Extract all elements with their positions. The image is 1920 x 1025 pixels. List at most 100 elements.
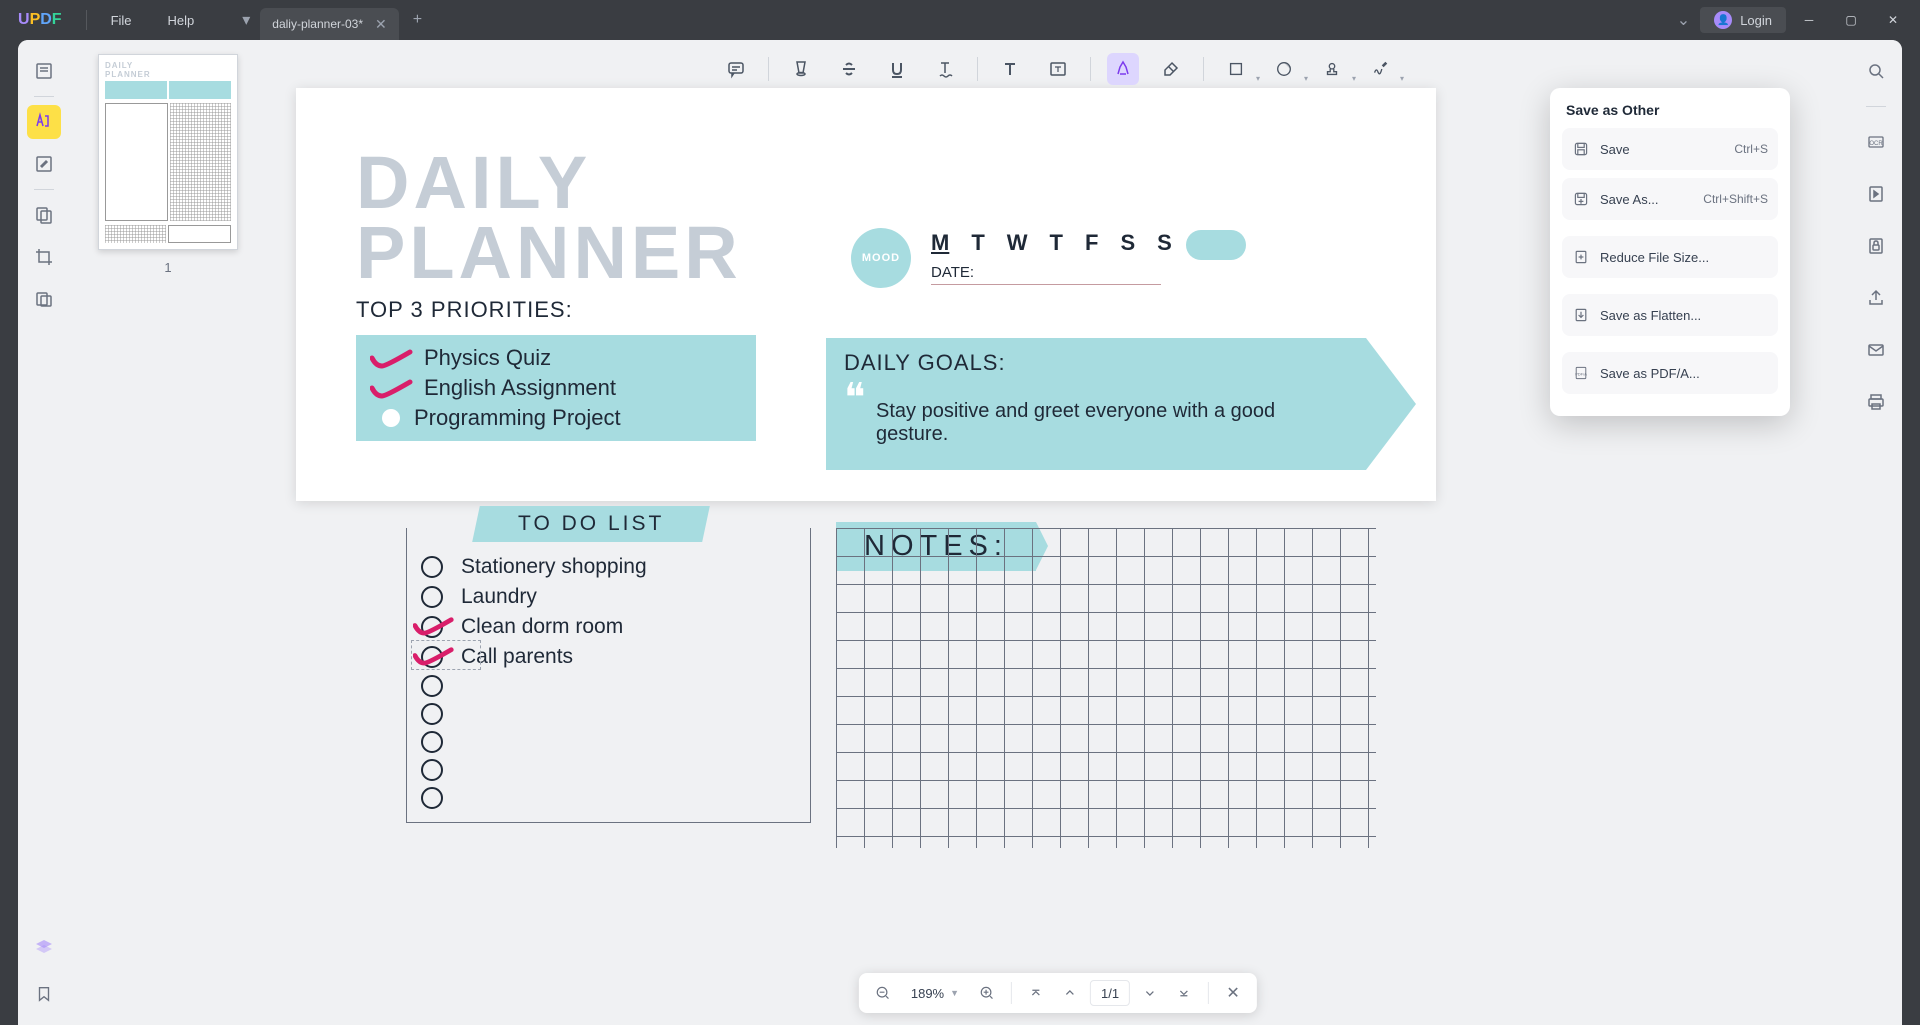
app-logo: UPDF <box>0 11 80 29</box>
todo-row <box>421 756 796 784</box>
save-as-icon <box>1572 190 1590 208</box>
page-thumbnail[interactable]: DAILYPLANNER <box>98 54 238 250</box>
todo-row: Stationery shopping <box>421 552 796 582</box>
zoom-out-button[interactable] <box>869 979 897 1007</box>
tool-redact-icon[interactable] <box>27 282 61 316</box>
weekday-2: W <box>1007 230 1028 256</box>
menu-file[interactable]: File <box>93 13 150 28</box>
tool-reader-icon[interactable] <box>27 54 61 88</box>
todo-checkbox <box>421 703 443 725</box>
tool-pencil-icon[interactable] <box>1107 53 1139 85</box>
save-as-shortcut: Ctrl+Shift+S <box>1703 192 1768 206</box>
save-as-other-popup: Save as Other Save Ctrl+S Save As... Ctr… <box>1550 88 1790 416</box>
login-label: Login <box>1740 13 1772 28</box>
compress-icon <box>1572 248 1590 266</box>
tab-document[interactable]: daliy-planner-03* ✕ <box>260 8 398 40</box>
zoom-level[interactable]: 189% ▼ <box>903 986 967 1001</box>
login-button[interactable]: 👤 Login <box>1700 7 1786 33</box>
todo-row <box>421 784 796 812</box>
goals-box: DAILY GOALS: ❝ Stay positive and greet e… <box>826 338 1366 470</box>
document-viewport: ▾ ▾ ▾ ▾ DAILY PLANNER TOP 3 PRIORITIES: … <box>266 40 1850 1025</box>
todo-text: Stationery shopping <box>461 555 647 579</box>
save-icon <box>1572 140 1590 158</box>
tool-stamp-icon[interactable]: ▾ <box>1316 53 1348 85</box>
tool-note-icon[interactable] <box>720 53 752 85</box>
search-icon[interactable] <box>1859 54 1893 88</box>
priorities-heading: TOP 3 PRIORITIES: <box>356 297 1376 323</box>
save-shortcut: Ctrl+S <box>1734 142 1768 156</box>
page-control-bar: 189% ▼ 1 / 1 ✕ <box>859 973 1257 1013</box>
goals-text: Stay positive and greet everyone with a … <box>876 400 1348 446</box>
pdf-page[interactable]: DAILY PLANNER TOP 3 PRIORITIES: MOOD MTW… <box>296 88 1436 501</box>
reduce-file-size-button[interactable]: Reduce File Size... <box>1562 236 1778 278</box>
tool-squiggly-icon[interactable] <box>929 53 961 85</box>
tool-bookmark-icon[interactable] <box>27 977 61 1011</box>
todo-text: Clean dorm room <box>461 615 623 639</box>
page-indicator[interactable]: 1 / 1 <box>1090 980 1130 1006</box>
todo-checkbox <box>421 731 443 753</box>
tool-text-icon[interactable] <box>994 53 1026 85</box>
checkmark-icon <box>413 614 457 638</box>
todo-checkbox <box>421 759 443 781</box>
thumbnail-panel: DAILYPLANNER 1 <box>70 40 266 1025</box>
tool-shape-icon[interactable]: ▾ <box>1220 53 1252 85</box>
svg-text:PDF/A: PDF/A <box>1575 371 1587 376</box>
pdfa-icon: PDF/A <box>1572 364 1590 382</box>
avatar-icon: 👤 <box>1714 11 1732 29</box>
mood-badge: MOOD <box>851 228 911 288</box>
save-as-button[interactable]: Save As... Ctrl+Shift+S <box>1562 178 1778 220</box>
tool-underline-icon[interactable] <box>881 53 913 85</box>
tab-title: daliy-planner-03* <box>272 17 363 31</box>
tab-close-icon[interactable]: ✕ <box>375 16 387 33</box>
last-page-button[interactable] <box>1170 979 1198 1007</box>
toolbar-overflow-icon[interactable]: ⌄ <box>1671 4 1696 36</box>
tool-crop-icon[interactable] <box>27 240 61 274</box>
todo-text: Laundry <box>461 585 537 609</box>
zoom-in-button[interactable] <box>973 979 1001 1007</box>
window-close-button[interactable]: ✕ <box>1874 5 1912 35</box>
goals-heading: DAILY GOALS: <box>844 350 1348 376</box>
tab-list-dropdown[interactable]: ▾ <box>232 6 260 34</box>
tool-strikethrough-icon[interactable] <box>833 53 865 85</box>
todo-checkbox <box>421 556 443 578</box>
window-maximize-button[interactable]: ▢ <box>1832 5 1870 35</box>
next-page-button[interactable] <box>1136 979 1164 1007</box>
tool-highlight-icon[interactable] <box>785 53 817 85</box>
titlebar: UPDF File Help ▾ daliy-planner-03* ✕ + ⌄… <box>0 0 1920 40</box>
tool-eraser-icon[interactable] <box>1155 53 1187 85</box>
annotation-selection[interactable] <box>411 640 481 670</box>
print-icon[interactable] <box>1859 385 1893 419</box>
weekday-4: F <box>1085 230 1098 256</box>
save-flatten-button[interactable]: Save as Flatten... <box>1562 294 1778 336</box>
checkmark-icon <box>370 346 410 370</box>
tab-add-button[interactable]: + <box>413 11 422 29</box>
tool-layers-icon[interactable] <box>27 931 61 965</box>
protect-icon[interactable] <box>1859 229 1893 263</box>
convert-icon[interactable] <box>1859 177 1893 211</box>
email-icon[interactable] <box>1859 333 1893 367</box>
close-bottombar-button[interactable]: ✕ <box>1219 979 1247 1007</box>
svg-text:OCR: OCR <box>1869 141 1883 147</box>
notes-grid <box>836 528 1376 848</box>
window-minimize-button[interactable]: ─ <box>1790 5 1828 35</box>
priority-text: Physics Quiz <box>424 345 551 371</box>
tool-organize-icon[interactable] <box>27 198 61 232</box>
share-icon[interactable] <box>1859 281 1893 315</box>
annotation-toolbar: ▾ ▾ ▾ ▾ <box>720 48 1396 90</box>
tool-textbox-icon[interactable] <box>1042 53 1074 85</box>
tool-signature-icon[interactable]: ▾ <box>1364 53 1396 85</box>
tool-comment-icon[interactable] <box>27 105 61 139</box>
todo-checkbox <box>421 787 443 809</box>
save-button[interactable]: Save Ctrl+S <box>1562 128 1778 170</box>
save-pdfa-button[interactable]: PDF/A Save as PDF/A... <box>1562 352 1778 394</box>
ocr-icon[interactable]: OCR <box>1859 125 1893 159</box>
left-toolbar <box>18 40 70 1025</box>
first-page-button[interactable] <box>1022 979 1050 1007</box>
tool-edit-icon[interactable] <box>27 147 61 181</box>
tool-sticker-icon[interactable]: ▾ <box>1268 53 1300 85</box>
prev-page-button[interactable] <box>1056 979 1084 1007</box>
todo-row <box>421 672 796 700</box>
priority-text: Programming Project <box>414 405 621 431</box>
date-label: DATE: <box>931 264 974 281</box>
menu-help[interactable]: Help <box>150 13 213 28</box>
